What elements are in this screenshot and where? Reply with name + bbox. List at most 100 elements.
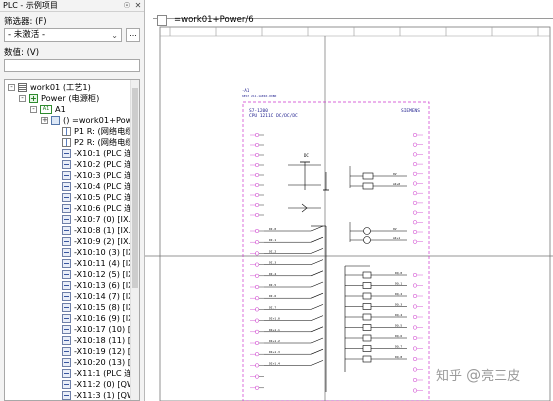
terminal-right (412, 162, 418, 167)
schematic-canvas[interactable]: -A16ES7 211-1AE40-0XB0S7-1200CPU 1211C D… (145, 0, 553, 401)
di-switch (310, 259, 324, 265)
collapse-icon[interactable]: - (19, 95, 26, 102)
di-label: DI.6 (269, 294, 276, 298)
tree-item[interactable]: -X10:8 (1) [IX.1] (PLC (5, 225, 130, 236)
tree-item[interactable]: -X11:1 (PLC 连接点,驾 (5, 368, 130, 379)
tree-item[interactable]: -X10:14 (7) [IX.7] (PL (5, 291, 130, 302)
tree-item[interactable]: P2 R: (网络电缆连接点 (5, 137, 130, 148)
dq-label: DQ.1 (395, 282, 402, 286)
tree-item-label: A1 (55, 104, 66, 114)
tree-scrollbar[interactable] (130, 80, 139, 400)
di-switch (310, 270, 324, 277)
pin-icon (62, 303, 71, 312)
tree-item-label: -X10:8 (1) [IX.1] (PLC (74, 225, 130, 235)
tree-item[interactable]: -X10:19 (12) [IX+1.4] (5, 346, 130, 357)
value-input[interactable] (4, 59, 140, 72)
watermark: 知乎 @亮三皮 (436, 365, 520, 384)
filter-select-value: - 未激活 - (8, 30, 46, 40)
ai-resistor (362, 182, 374, 190)
terminal-right (412, 239, 418, 244)
tree-item[interactable]: -X10:16 (9) [IX+1.1] ( (5, 313, 130, 324)
terminal-right (412, 367, 418, 372)
pin-icon (62, 358, 71, 367)
terminal-right (412, 272, 418, 278)
tree-item-label: -X10:10 (3) [IX.3] (PL (74, 247, 130, 257)
tree-item[interactable]: - + Power (电源柜) (5, 93, 130, 104)
tree-item-label: () =work01+Power (63, 115, 130, 125)
tree-item[interactable]: -X10:20 (13) [IX+1.5] (5, 357, 130, 368)
pin-icon (62, 149, 71, 158)
di-switch (310, 326, 324, 333)
tree-item[interactable]: -X10:10 (3) [IX.3] (PL (5, 247, 130, 258)
dq-label: DQ.0 (395, 271, 402, 275)
project-icon (18, 83, 27, 92)
terminal-right (412, 191, 418, 196)
pin-icon (62, 270, 71, 279)
tree-item[interactable]: -X10:1 (PLC 连接点,PL (5, 148, 130, 159)
tree-item[interactable]: -X10:13 (6) [IX.6] (PL (5, 280, 130, 291)
pin-icon (62, 259, 71, 268)
expand-icon[interactable]: + (41, 117, 48, 124)
tree-item[interactable]: - work01 (工艺1) (5, 82, 130, 93)
dc-label: DC (304, 153, 309, 158)
power-icon: + (29, 94, 38, 103)
di-switch (310, 304, 324, 310)
tree-item-label: -X10:7 (0) [IX.0] (PLC (74, 214, 130, 224)
tree-item-label: work01 (工艺1) (30, 82, 91, 92)
tree-item[interactable]: -X10:11 (4) [IX.4] (PL (5, 258, 130, 269)
collapse-icon[interactable]: - (30, 106, 37, 113)
tree-item[interactable]: + () =work01+Power (5, 115, 130, 126)
tree-item[interactable]: P1 R: (网络电缆连接点 (5, 126, 130, 137)
filter-select[interactable]: - 未激活 - ⌄ (4, 28, 122, 42)
close-icon[interactable]: ✕ (133, 0, 143, 11)
filter-more-button[interactable]: ... (126, 28, 140, 42)
device-tree[interactable]: - work01 (工艺1) - + Power (电源柜) - A1 A1 +() =work… (4, 79, 140, 401)
di-label: DI.5 (269, 283, 276, 287)
tree-scrollbar-thumb[interactable] (132, 88, 138, 288)
terminal-right (412, 200, 418, 205)
ai-sensor (363, 227, 371, 235)
dq-label: DQ.4 (395, 313, 402, 317)
tree-item-label: -X10:1 (PLC 连接点,PL (74, 148, 130, 158)
terminal-right (412, 152, 418, 157)
pin-icon (62, 380, 71, 389)
tree-item-label: -X10:15 (8) [IX+1.0] ( (74, 302, 130, 312)
location-icon: A1 (40, 105, 52, 114)
tree-item-label: -X10:13 (6) [IX.6] (PL (74, 280, 130, 290)
watermark-name: 亮三皮 (481, 369, 521, 384)
pin-icon (62, 215, 71, 224)
tree-item[interactable]: -X10:2 (PLC 连接点,PL (5, 159, 130, 170)
tree-item-label: -X10:14 (7) [IX.7] (PL (74, 291, 130, 301)
watermark-at: @ (466, 366, 482, 384)
tree-item-label: -X10:6 (PLC 连接点,PL (74, 203, 130, 213)
tree-item[interactable]: -X10:5 (PLC 连接点,PL (5, 192, 130, 203)
tree-item[interactable]: -X10:12 (5) [IX.5] (PL (5, 269, 130, 280)
tree-item[interactable]: -X10:15 (8) [IX+1.0] ( (5, 302, 130, 313)
pin-icon (62, 325, 71, 334)
dq-coil (362, 355, 372, 363)
ai-label: 0V (393, 172, 397, 176)
terminal-right (412, 293, 418, 299)
di-label: DI+1.3 (269, 350, 280, 354)
tree-item[interactable]: -X11:2 (0) [QWX] (PL (5, 379, 130, 390)
dq-coil (362, 271, 372, 279)
tree-item[interactable]: - A1 A1 (5, 104, 130, 115)
pin-icon[interactable]: ☉ (122, 0, 132, 11)
dq-label: DQ.8 (395, 355, 402, 359)
tree-item[interactable]: -X10:3 (PLC 连接点,PL (5, 170, 130, 181)
di-label: DI.0 (269, 227, 276, 231)
tree-item[interactable]: -X10:6 (PLC 连接点,PL (5, 203, 130, 214)
tree-item[interactable]: -X10:17 (10) [IX+1.2] (5, 324, 130, 335)
dq-label: DQ.7 (395, 345, 402, 349)
collapse-icon[interactable]: - (8, 84, 15, 91)
tree-item[interactable]: -X10:4 (PLC 连接点,PL (5, 181, 130, 192)
tree-item[interactable]: -X11:3 (1) [QWX+2] ( (5, 390, 130, 400)
terminal-right (412, 229, 418, 235)
tree-item[interactable]: -X10:9 (2) [IX.2] (PLC (5, 236, 130, 247)
tree-item-label: P1 R: (网络电缆连接点 (74, 126, 130, 136)
tree-item-label: -X10:3 (PLC 连接点,PL (74, 170, 130, 180)
tree-item[interactable]: -X10:18 (11) [IX+1.3] (5, 335, 130, 346)
pin-icon (62, 248, 71, 257)
tree-item[interactable]: -X10:7 (0) [IX.0] (PLC (5, 214, 130, 225)
dq-label: DQ.5 (395, 324, 402, 328)
